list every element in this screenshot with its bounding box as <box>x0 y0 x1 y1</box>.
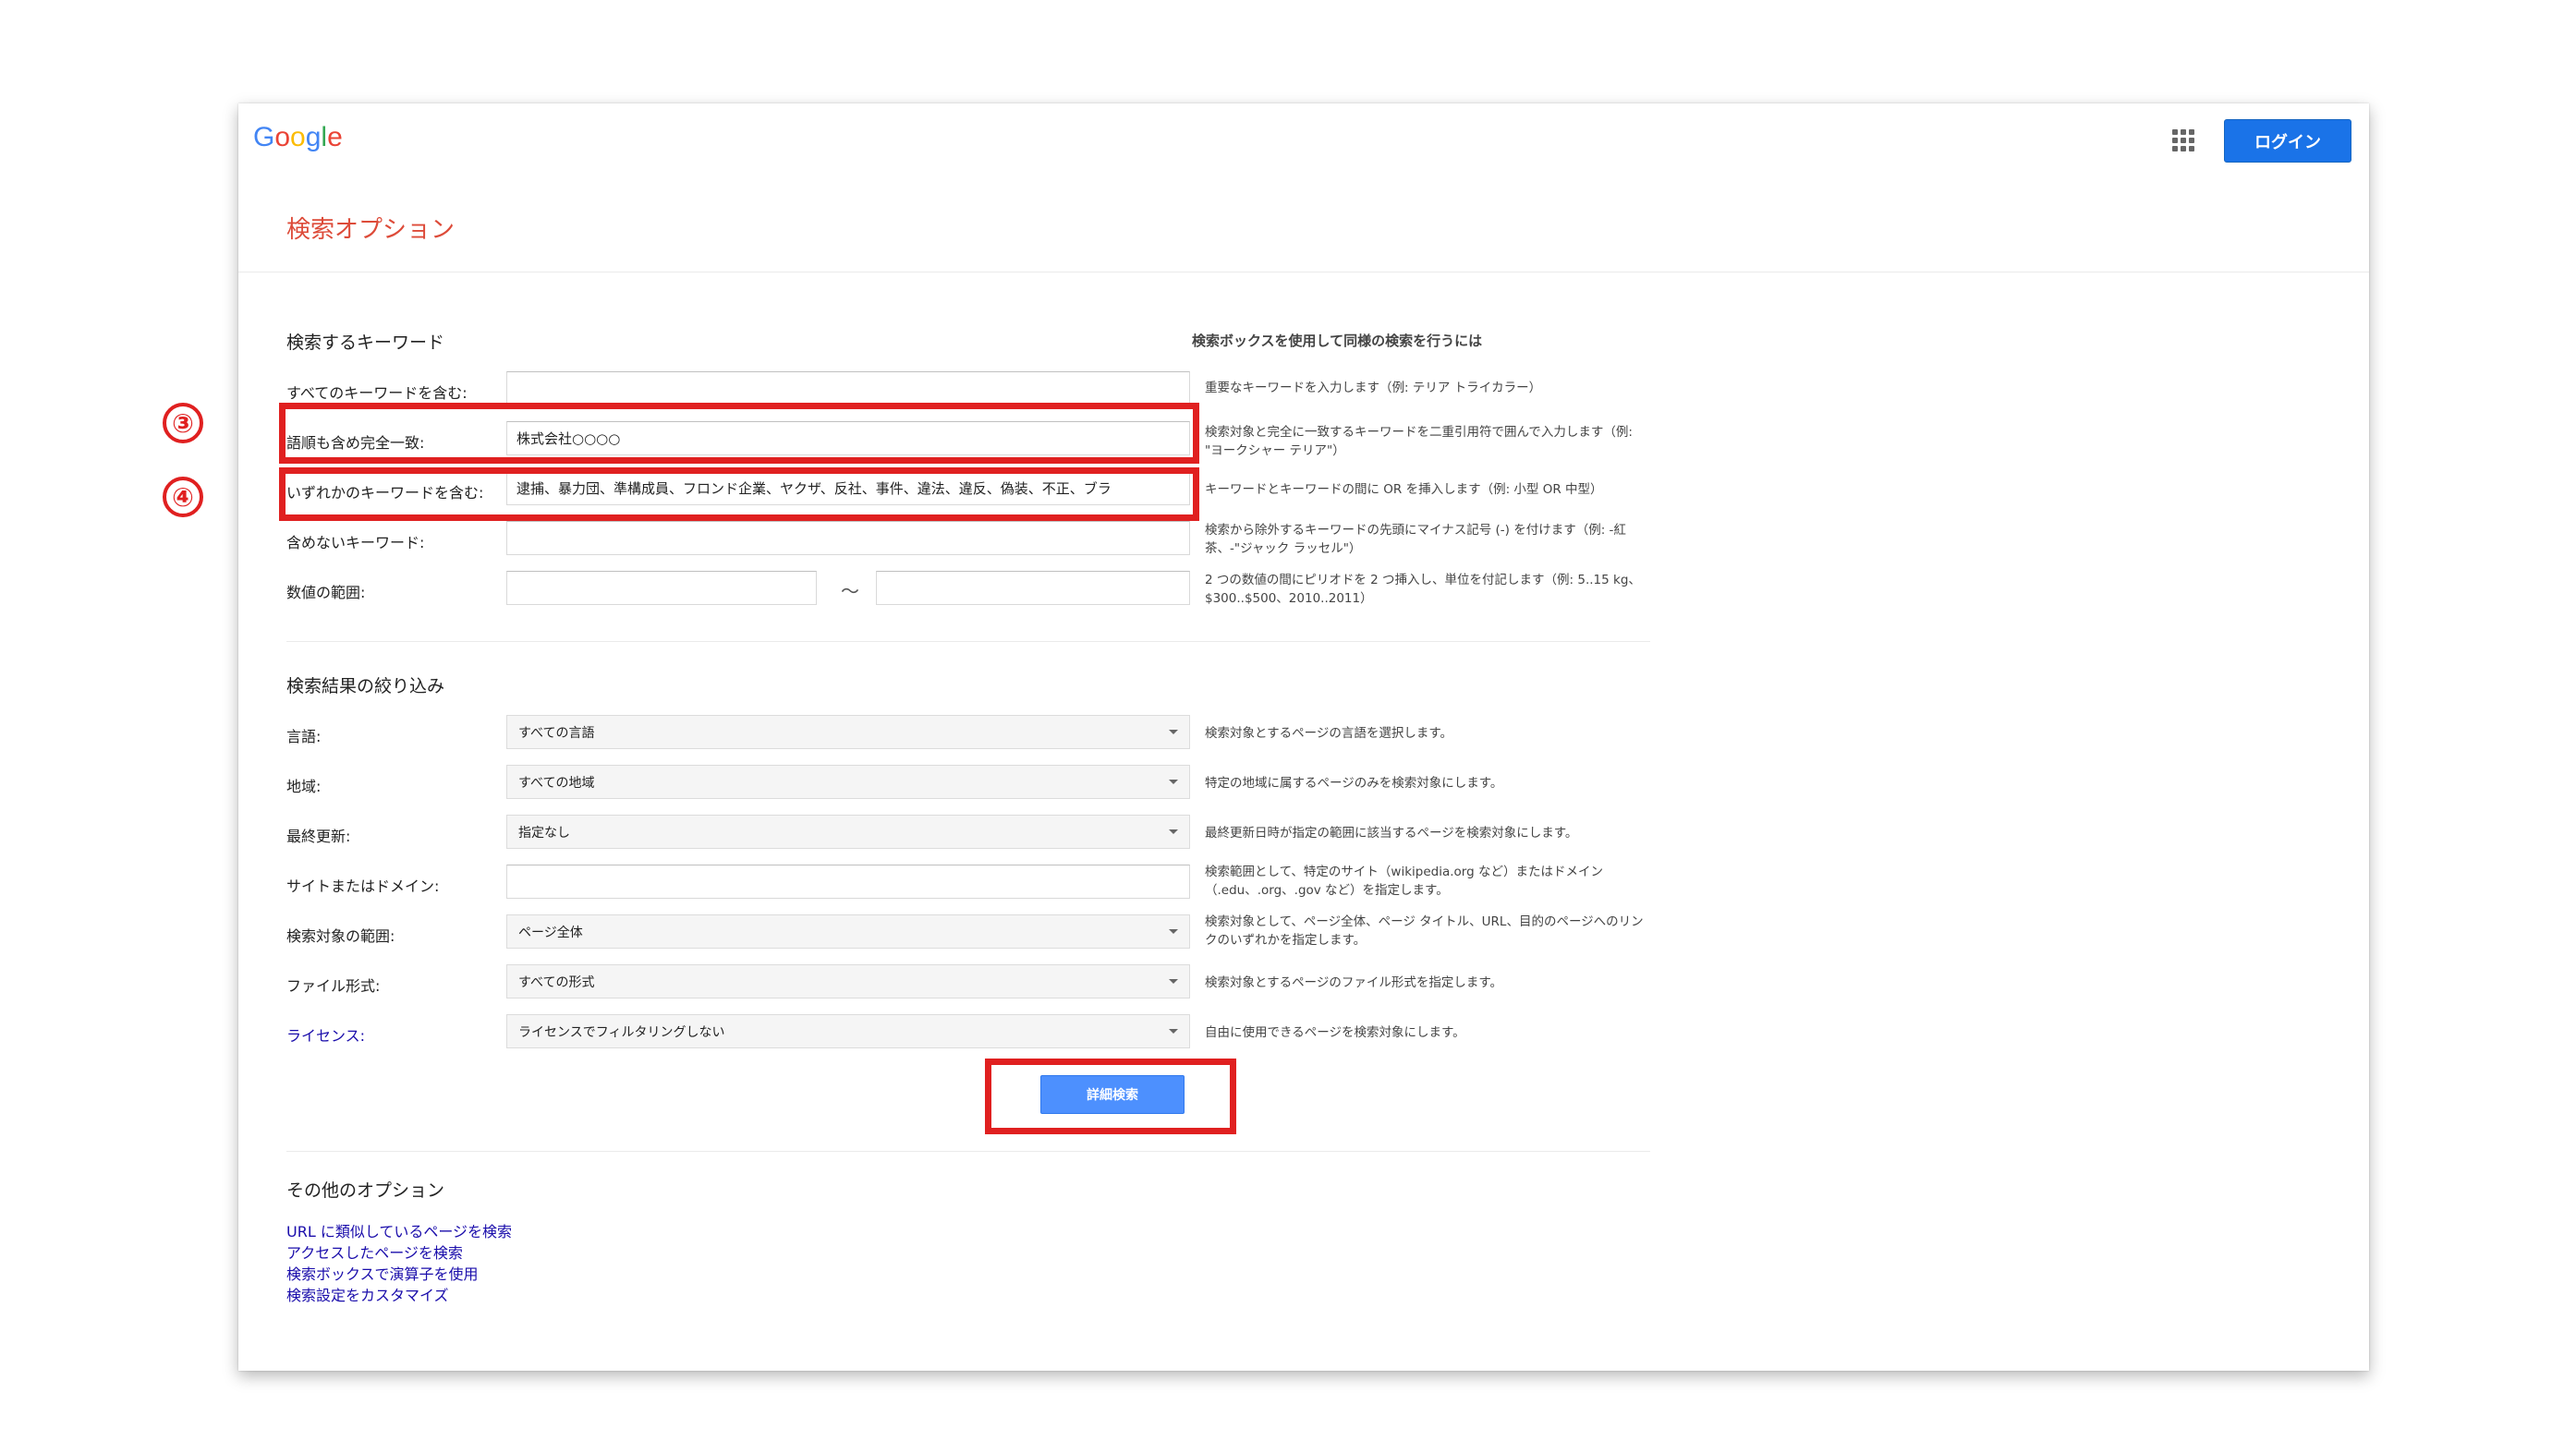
file-type-value: すべての形式 <box>518 974 595 990</box>
last-update-value: 指定なし <box>518 825 570 841</box>
annotation-box-any-keywords <box>279 467 1199 521</box>
last-update-label: 最終更新: <box>286 828 351 845</box>
similar-pages-link[interactable]: URL に類似しているページを検索 <box>286 1221 512 1242</box>
google-logo[interactable]: Google <box>253 122 343 153</box>
region-help: 特定の地域に属するページのみを検索対象にします。 <box>1205 776 1503 791</box>
terms-appearing-label: 検索対象の範囲: <box>286 927 395 945</box>
license-help: 自由に使用できるページを検索対象にします。 <box>1205 1025 1465 1040</box>
exclude-keywords-help: 検索から除外するキーワードの先頭にマイナス記号 (-) を付けます（例: -紅茶… <box>1205 523 1626 556</box>
terms-appearing-value: ページ全体 <box>518 925 583 940</box>
last-update-help: 最終更新日時が指定の範囲に該当するページを検索対象にします。 <box>1205 826 1578 841</box>
number-range-to-input[interactable] <box>876 571 1190 605</box>
section-divider <box>286 641 1650 642</box>
annotation-box-exact-phrase <box>279 403 1199 464</box>
language-label: 言語: <box>286 728 322 745</box>
file-type-label: ファイル形式: <box>286 977 381 995</box>
chevron-down-icon <box>1169 780 1178 784</box>
language-value: すべての言語 <box>518 725 595 741</box>
file-type-select[interactable]: すべての形式 <box>506 964 1190 998</box>
all-keywords-help: 重要なキーワードを入力します（例: テリア トライカラー） <box>1205 381 1542 395</box>
apps-grid-icon[interactable] <box>2172 129 2194 151</box>
region-value: すべての地域 <box>518 775 595 791</box>
customize-settings-link[interactable]: 検索設定をカスタマイズ <box>286 1285 512 1306</box>
chevron-down-icon <box>1169 979 1178 984</box>
exclude-keywords-label: 含めないキーワード: <box>286 534 425 551</box>
other-options-links: URL に類似しているページを検索 アクセスしたページを検索 検索ボックスで演算… <box>286 1221 512 1306</box>
license-label-link[interactable]: ライセンス: <box>286 1023 365 1046</box>
exact-phrase-help: 検索対象と完全に一致するキーワードを二重引用符で囲んで入力します（例: "ヨーク… <box>1205 425 1633 458</box>
other-options-heading: その他のオプション <box>286 1180 445 1201</box>
number-range-help: 2 つの数値の間にピリオドを 2 つ挿入し、単位を付記します（例: 5..15 … <box>1205 573 1641 606</box>
exclude-keywords-input[interactable] <box>506 521 1190 555</box>
all-keywords-label: すべてのキーワードを含む: <box>286 384 468 402</box>
last-update-select[interactable]: 指定なし <box>506 815 1190 849</box>
help-heading: 検索ボックスを使用して同様の検索を行うには <box>1192 333 1483 349</box>
range-separator: ～ <box>841 580 859 602</box>
language-help: 検索対象とするページの言語を選択します。 <box>1205 726 1452 741</box>
all-keywords-input[interactable] <box>506 371 1190 405</box>
annotation-marker-4: ④ <box>163 477 203 517</box>
keywords-heading: 検索するキーワード <box>286 333 445 353</box>
chevron-down-icon <box>1169 1029 1178 1034</box>
page-title: 検索オプション <box>286 216 456 244</box>
chevron-down-icon <box>1169 929 1178 934</box>
license-select[interactable]: ライセンスでフィルタリングしない <box>506 1014 1190 1048</box>
terms-appearing-select[interactable]: ページ全体 <box>506 914 1190 949</box>
visited-pages-link[interactable]: アクセスしたページを検索 <box>286 1242 512 1264</box>
browser-page: Google ログイン 検索オプション 検索するキーワード 検索ボックスを使用し… <box>238 103 2369 1371</box>
operators-link[interactable]: 検索ボックスで演算子を使用 <box>286 1264 512 1285</box>
number-range-label: 数値の範囲: <box>286 584 366 601</box>
terms-appearing-help: 検索対象として、ページ全体、ページ タイトル、URL、目的のページへのリンクのい… <box>1205 914 1644 948</box>
login-button[interactable]: ログイン <box>2224 119 2351 163</box>
number-range-from-input[interactable] <box>506 571 817 605</box>
section-divider <box>286 1151 1650 1152</box>
chevron-down-icon <box>1169 730 1178 734</box>
site-domain-input[interactable] <box>506 865 1190 899</box>
filter-heading: 検索結果の絞り込み <box>286 676 445 696</box>
license-value: ライセンスでフィルタリングしない <box>518 1024 725 1040</box>
annotation-marker-3: ③ <box>163 403 203 443</box>
annotation-box-advanced-search <box>985 1059 1236 1134</box>
any-keywords-help: キーワードとキーワードの間に OR を挿入します（例: 小型 OR 中型） <box>1205 482 1603 497</box>
region-label: 地域: <box>286 778 322 795</box>
site-domain-label: サイトまたはドメイン: <box>286 877 440 895</box>
site-domain-help: 検索範囲として、特定のサイト（wikipedia.org など）またはドメイン（… <box>1205 865 1603 898</box>
language-select[interactable]: すべての言語 <box>506 715 1190 749</box>
region-select[interactable]: すべての地域 <box>506 765 1190 799</box>
chevron-down-icon <box>1169 829 1178 834</box>
file-type-help: 検索対象とするページのファイル形式を指定します。 <box>1205 975 1502 990</box>
